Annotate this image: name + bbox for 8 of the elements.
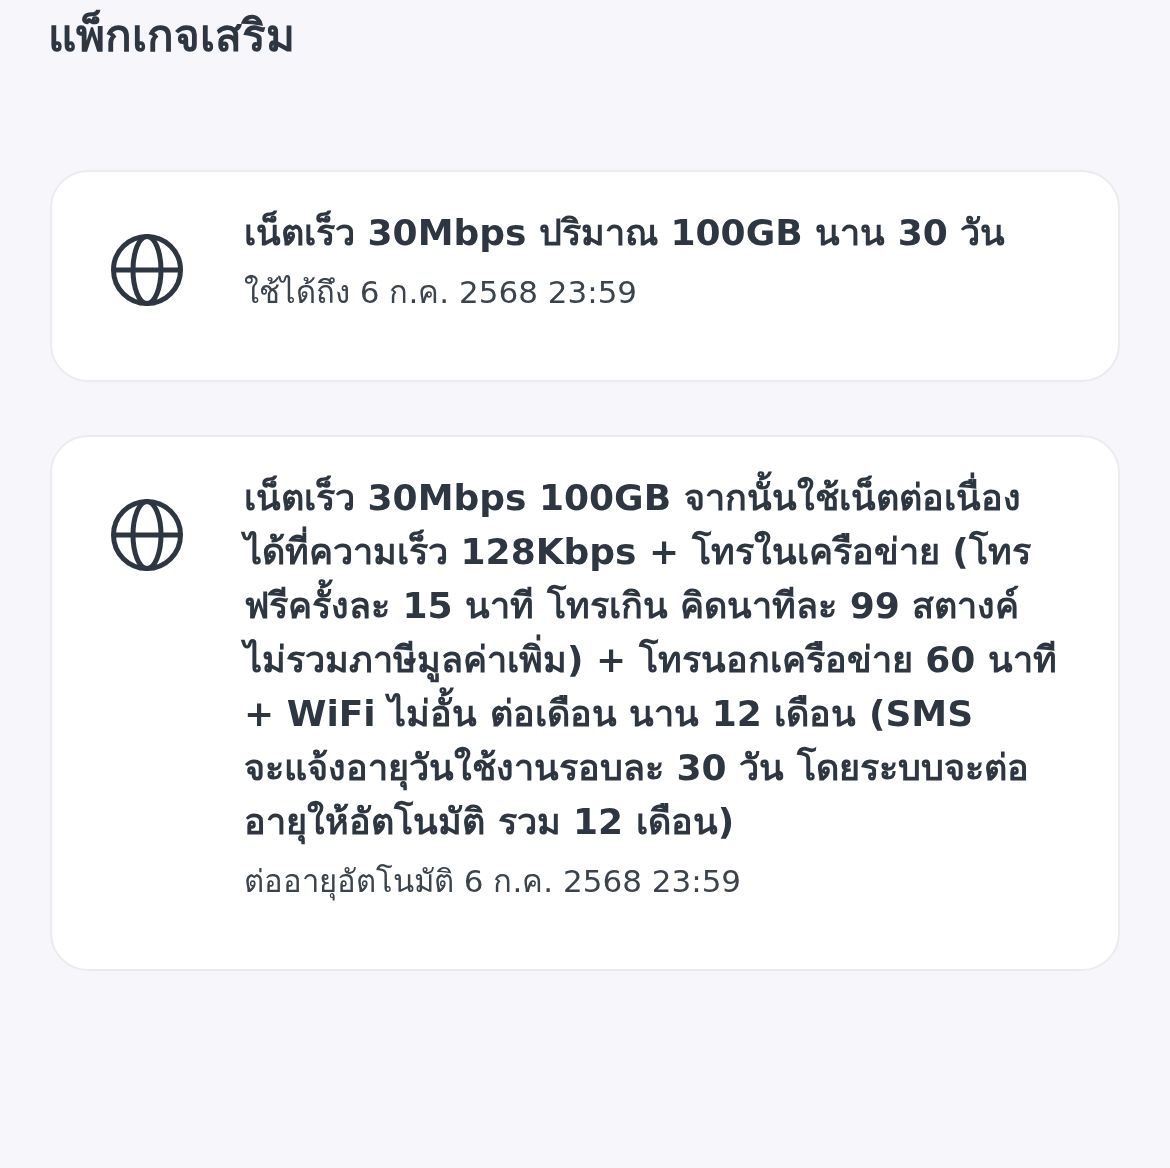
globe-icon [111, 499, 183, 571]
package-card[interactable] [50, 435, 1120, 971]
page-title: แพ็กเกจเสริม [48, 8, 295, 63]
globe-icon [111, 234, 183, 306]
package-name: เน็ตเร็ว 30Mbps ปริมาณ 100GB นาน 30 วัน [244, 209, 1007, 255]
package-validity: ใช้ได้ถึง 6 ก.ค. 2568 23:59 [244, 273, 639, 312]
package-card[interactable]: เน็ตเร็ว 30Mbps ปริมาณ 100GB นาน 30 วัน ใช้ได้ถึง 6 ก.ค. 2568 23:59 [50, 170, 1120, 382]
package-validity: ต่ออายุอัตโนมัติ 6 ก.ค. 2568 23:59 [244, 862, 743, 903]
